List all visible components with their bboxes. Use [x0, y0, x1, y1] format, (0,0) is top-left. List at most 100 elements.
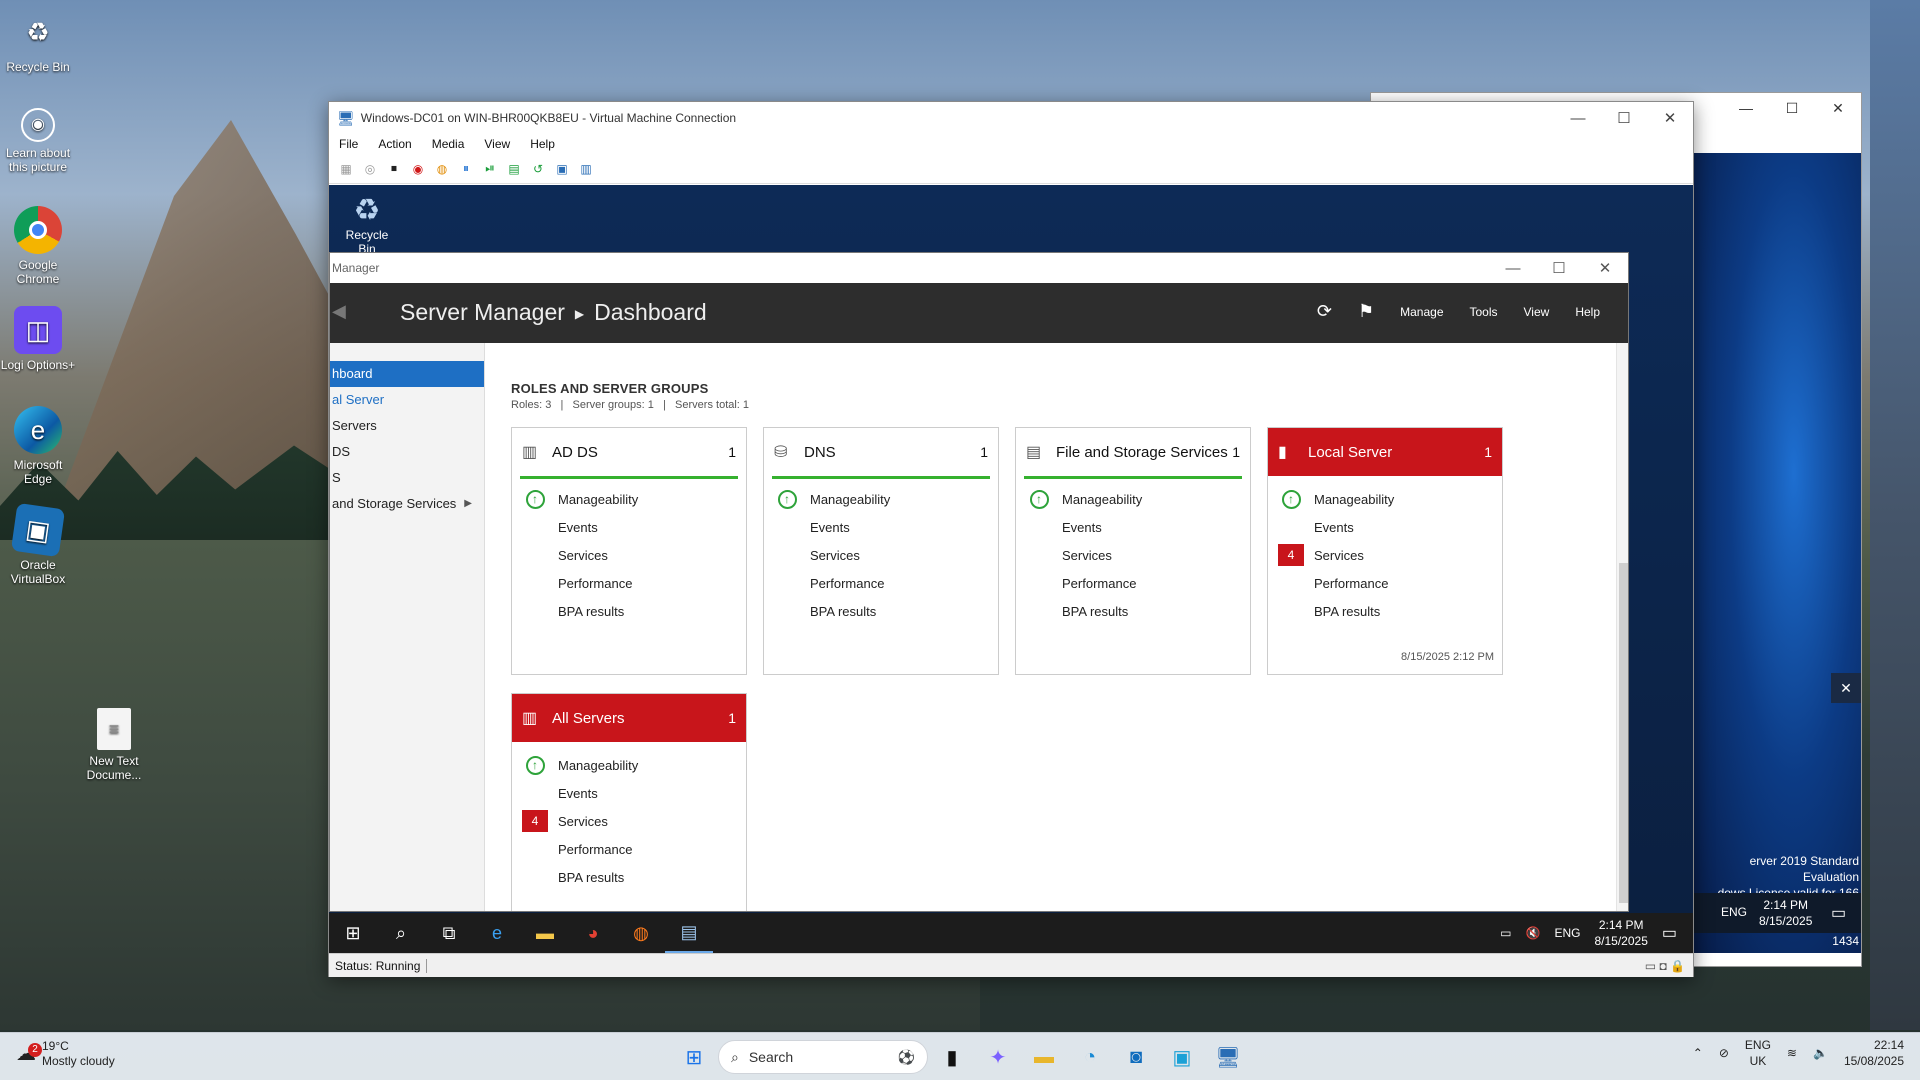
outlook-icon[interactable]: ◙: [1114, 1035, 1158, 1079]
tile-row-performance[interactable]: Performance: [1016, 569, 1250, 597]
checkpoint-icon[interactable]: ▤: [505, 160, 523, 178]
tray-language[interactable]: ENG: [1554, 926, 1580, 940]
windows-start-icon[interactable]: ⊞: [329, 913, 377, 953]
tile-row-performance[interactable]: Performance: [512, 569, 746, 597]
edge-icon[interactable]: ◔: [1068, 1035, 1112, 1079]
maximize-icon[interactable]: ☐: [1536, 259, 1582, 277]
menu-manage[interactable]: Manage: [1400, 305, 1443, 319]
minimize-icon[interactable]: —: [1490, 260, 1536, 277]
vm-connection-icon[interactable]: 🖥: [1206, 1035, 1250, 1079]
tile-row-events[interactable]: Events: [1268, 513, 1502, 541]
tile-row-performance[interactable]: Performance: [764, 569, 998, 597]
start-icon[interactable]: ◎: [361, 160, 379, 178]
menu-view[interactable]: View: [1524, 305, 1550, 319]
desktop-icon-recycle-bin[interactable]: ♻ Recycle Bin: [0, 8, 76, 74]
back-icon[interactable]: ◀: [332, 301, 346, 322]
volume-icon[interactable]: 🔈: [1813, 1046, 1828, 1060]
tile-row-events[interactable]: Events: [1016, 513, 1250, 541]
tile-row-bpa[interactable]: BPA results: [512, 863, 746, 891]
tile-all-servers[interactable]: ▥ All Servers 1 ↑ Manageability Events 4 Ser…: [511, 693, 747, 911]
internet-explorer-icon[interactable]: e: [473, 913, 521, 953]
maximize-icon[interactable]: ☐: [1601, 109, 1647, 127]
desktop-icon-edge[interactable]: e Microsoft Edge: [0, 406, 76, 486]
file-explorer-icon[interactable]: ▬: [1022, 1035, 1066, 1079]
search-icon[interactable]: ⌕: [377, 913, 425, 953]
tile-local-server[interactable]: ▮ Local Server 1 ↑ Manageability Events 4 Se…: [1267, 427, 1503, 675]
enhanced-session-icon[interactable]: ▣: [553, 160, 571, 178]
firefox-icon[interactable]: ◍: [617, 913, 665, 953]
windows-start-icon[interactable]: ⊞: [672, 1035, 716, 1079]
tile-row-services[interactable]: Services: [764, 541, 998, 569]
menu-view[interactable]: View: [484, 137, 510, 151]
desktop-icon-virtualbox[interactable]: ▣ Oracle VirtualBox: [0, 502, 76, 586]
close-icon[interactable]: ✕: [1647, 109, 1693, 127]
guest-screen[interactable]: ♻ Recycle Bin Manager — ☐ ✕ ◀ Server Man…: [329, 185, 1693, 953]
pause-icon[interactable]: ⏸: [457, 160, 475, 178]
task-view-icon[interactable]: ▮: [930, 1035, 974, 1079]
tile-row-performance[interactable]: Performance: [1268, 569, 1502, 597]
tile-dns[interactable]: ⛁ DNS 1 ↑ Manageability Events Services Per…: [763, 427, 999, 675]
tile-row-services[interactable]: 4 Services: [1268, 541, 1502, 569]
save-state-icon[interactable]: ◍: [433, 160, 451, 178]
virtualbox-icon[interactable]: ▣: [1160, 1035, 1204, 1079]
ctrl-alt-del-icon[interactable]: ▦: [337, 160, 355, 178]
minimize-icon[interactable]: —: [1723, 93, 1769, 123]
weather-widget[interactable]: ☁ 2 19°C Mostly cloudy: [16, 1039, 115, 1069]
close-icon[interactable]: ✕: [1815, 93, 1861, 123]
desktop-icon-learn-about-picture[interactable]: ◉ Learn about this picture: [0, 108, 76, 174]
tile-row-bpa[interactable]: BPA results: [1016, 597, 1250, 625]
tile-row-services[interactable]: Services: [1016, 541, 1250, 569]
guest-recycle-bin[interactable]: ♻ Recycle Bin: [337, 193, 397, 256]
menu-tools[interactable]: Tools: [1470, 305, 1498, 319]
nav-item-file-storage[interactable]: and Storage Services ▶: [330, 491, 484, 517]
tile-row-manageability[interactable]: ↑ Manageability: [512, 485, 746, 513]
tile-row-manageability[interactable]: ↑ Manageability: [512, 751, 746, 779]
server-manager-taskbar-icon[interactable]: ▤: [665, 913, 713, 953]
notification-icon[interactable]: ▭: [1831, 903, 1846, 923]
sm-scrollbar[interactable]: [1616, 343, 1628, 911]
network-icon[interactable]: ▭: [1500, 926, 1511, 940]
nav-item-dns[interactable]: S: [330, 465, 484, 491]
chevron-up-icon[interactable]: ⌃: [1693, 1046, 1703, 1060]
flag-icon[interactable]: ⚑: [1358, 301, 1374, 322]
maximize-icon[interactable]: ☐: [1769, 93, 1815, 123]
menu-help[interactable]: Help: [530, 137, 555, 151]
menu-action[interactable]: Action: [378, 137, 411, 151]
desktop-icon-chrome[interactable]: Google Chrome: [0, 206, 76, 286]
tile-row-manageability[interactable]: ↑ Manageability: [1016, 485, 1250, 513]
language-indicator[interactable]: ENG UK: [1745, 1037, 1771, 1069]
refresh-icon[interactable]: ⟳: [1317, 301, 1332, 322]
menu-media[interactable]: Media: [432, 137, 465, 151]
desktop-icon-text-document[interactable]: ≡ New Text Docume...: [76, 708, 152, 782]
host-clock[interactable]: 22:14 15/08/2025: [1844, 1037, 1904, 1069]
resume-icon[interactable]: ⏯: [481, 160, 499, 178]
tile-row-events[interactable]: Events: [512, 779, 746, 807]
breadcrumb-root[interactable]: Server Manager: [400, 299, 565, 325]
notification-icon[interactable]: ▭: [1662, 923, 1677, 943]
tile-row-performance[interactable]: Performance: [512, 835, 746, 863]
desktop-icon-logi-options[interactable]: ◫ Logi Options+: [0, 306, 76, 372]
tile-row-services[interactable]: 4 Services: [512, 807, 746, 835]
tile-row-manageability[interactable]: ↑ Manageability: [764, 485, 998, 513]
tile-row-bpa[interactable]: BPA results: [512, 597, 746, 625]
file-explorer-icon[interactable]: ▬: [521, 913, 569, 953]
chrome-icon[interactable]: ◕: [569, 913, 617, 953]
menu-file[interactable]: File: [339, 137, 358, 151]
tile-row-manageability[interactable]: ↑ Manageability: [1268, 485, 1502, 513]
menu-help[interactable]: Help: [1575, 305, 1600, 319]
shutdown-icon[interactable]: ◉: [409, 160, 427, 178]
tile-ad-ds[interactable]: ▥ AD DS 1 ↑ Manageability Events Services P…: [511, 427, 747, 675]
network-off-icon[interactable]: ⊘: [1719, 1046, 1729, 1060]
copilot-icon[interactable]: ✦: [976, 1035, 1020, 1079]
task-view-icon[interactable]: ⧉: [425, 913, 473, 953]
close-icon[interactable]: ✕: [1582, 259, 1628, 277]
volume-muted-icon[interactable]: 🔇: [1526, 926, 1541, 940]
nav-item-all-servers[interactable]: Servers: [330, 413, 484, 439]
wifi-icon[interactable]: ≋: [1787, 1046, 1797, 1060]
turn-off-icon[interactable]: ⏹: [385, 160, 403, 178]
scrollbar-thumb[interactable]: [1619, 563, 1628, 903]
close-icon[interactable]: ✕: [1831, 673, 1861, 703]
nav-item-ad-ds[interactable]: DS: [330, 439, 484, 465]
server-manager-window[interactable]: Manager — ☐ ✕ ◀ Server Manager ▶ Dashboard…: [329, 252, 1629, 912]
tile-row-events[interactable]: Events: [512, 513, 746, 541]
